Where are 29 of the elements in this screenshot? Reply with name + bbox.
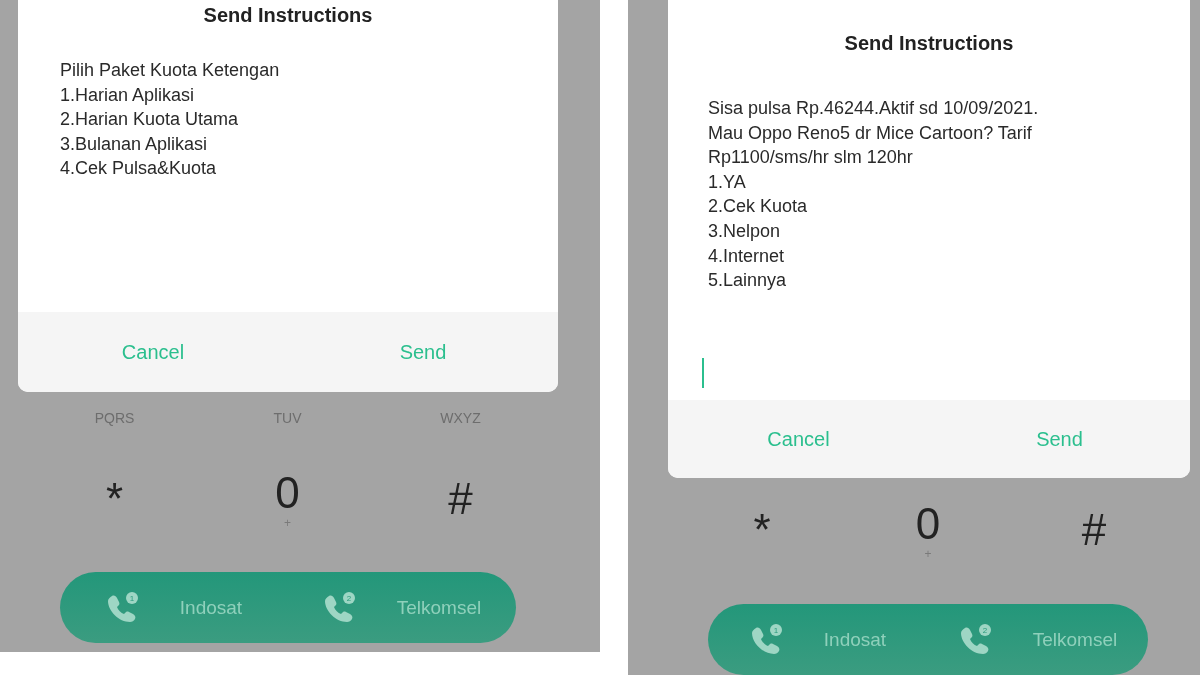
send-button[interactable]: Send xyxy=(1026,423,1093,455)
dial-key[interactable]: 0 + xyxy=(915,500,941,560)
message-line: 2.Harian Kuota Utama xyxy=(60,108,240,132)
message-line: 5.Lainnya xyxy=(708,269,788,293)
sim-call-button[interactable]: 2 Telkomsel xyxy=(928,622,1148,657)
message-line: 1.Harian Aplikasi xyxy=(60,83,196,107)
dial-key[interactable]: * xyxy=(105,475,124,523)
dial-key[interactable]: # xyxy=(1081,506,1107,554)
message-line: 3.Bulanan Aplikasi xyxy=(60,132,209,156)
sim-call-button[interactable]: 2 Telkomsel xyxy=(288,590,516,625)
dialog-title: Send Instructions xyxy=(843,31,1015,56)
message-line: Mau Oppo Reno5 dr Mice Cartoon? Tarif xyxy=(708,121,1033,145)
dial-key[interactable]: * xyxy=(753,506,771,554)
message-line: 4.Internet xyxy=(708,244,786,268)
dialog-title: Send Instructions xyxy=(202,3,374,28)
message-line: 3.Nelpon xyxy=(708,219,782,243)
message-line: 4.Cek Pulsa&Kuota xyxy=(60,157,218,181)
sim-call-button[interactable]: 1 Indosat xyxy=(708,622,928,657)
dial-key[interactable]: 0 + xyxy=(275,469,300,529)
cancel-button[interactable]: Cancel xyxy=(111,336,195,368)
send-button[interactable]: Send xyxy=(389,336,457,368)
cancel-button[interactable]: Cancel xyxy=(757,423,840,455)
message-line: Pilih Paket Kuota Ketengan xyxy=(60,59,281,82)
message-line: 1.YA xyxy=(708,170,747,194)
dial-key[interactable]: # xyxy=(448,475,473,523)
message-line: Sisa pulsa Rp.46244.Aktif sd 10/09/2021. xyxy=(708,97,1040,120)
message-line: 2.Cek Kuota xyxy=(708,195,809,219)
sim-call-button[interactable]: 1 Indosat xyxy=(60,590,288,625)
message-line: Rp1100/sms/hr slm 120hr xyxy=(708,146,914,170)
